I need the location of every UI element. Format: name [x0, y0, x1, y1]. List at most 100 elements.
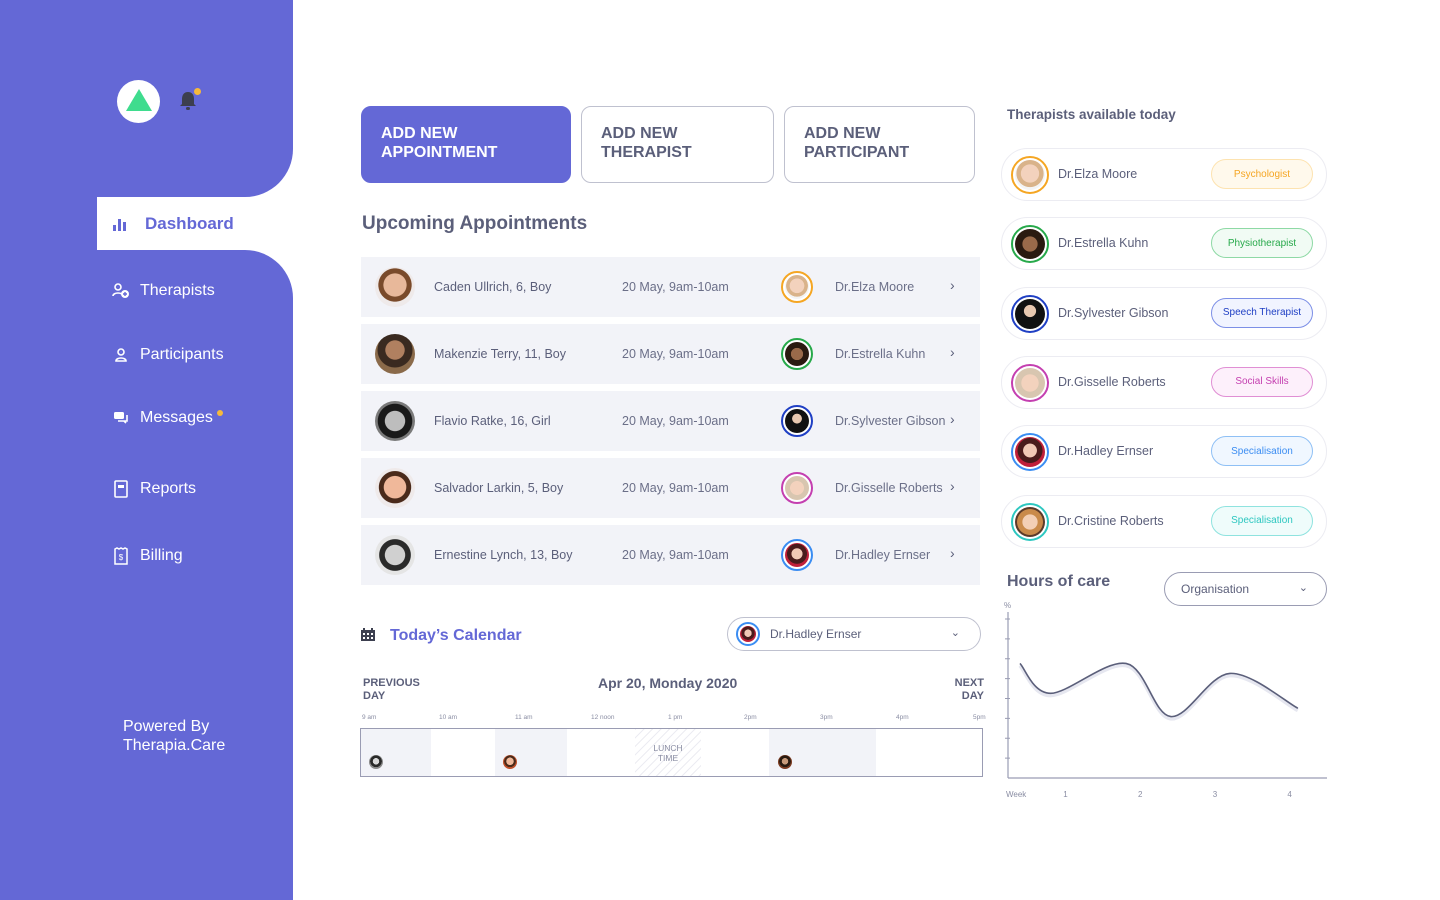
therapist-avatar	[1011, 294, 1049, 333]
therapist-avatar	[781, 338, 813, 370]
participant-name: Flavio Ratke, 16, Girl	[434, 414, 551, 428]
previous-day-button[interactable]: PREVIOUS DAY	[363, 677, 420, 703]
sidebar-item-label: Messages	[140, 409, 213, 426]
powered-by: Powered By Therapia.Care	[123, 717, 225, 755]
prev-label-line2: DAY	[363, 690, 386, 702]
next-day-button[interactable]: NEXT DAY	[940, 677, 984, 703]
participant-name: Caden Ullrich, 6, Boy	[434, 280, 552, 294]
therapist-card[interactable]: Dr.Estrella Kuhn Physiotherapist	[1001, 217, 1327, 271]
participant-avatar	[375, 401, 415, 441]
brand-logo[interactable]	[117, 80, 160, 123]
add-participant-button[interactable]: ADD NEW PARTICIPANT	[784, 106, 975, 183]
notification-badge	[194, 88, 201, 95]
participant-avatar	[375, 468, 415, 508]
therapist-name: Dr.Gisselle Roberts	[1058, 374, 1166, 389]
appointment-slot[interactable]	[361, 729, 431, 776]
appointment-row[interactable]: Ernestine Lynch, 13, Boy 20 May, 9am-10am…	[361, 525, 980, 585]
participant-name: Ernestine Lynch, 13, Boy	[434, 548, 573, 562]
x-tick-label: 4	[1287, 790, 1292, 799]
sidebar-item-label: Therapists	[140, 282, 215, 299]
therapist-avatar	[1011, 433, 1049, 472]
appointment-row[interactable]: Salvador Larkin, 5, Boy 20 May, 9am-10am D…	[361, 458, 980, 518]
sidebar-item-reports[interactable]: Reports	[112, 480, 196, 498]
sidebar-item-participants[interactable]: Participants	[112, 346, 224, 364]
hour-label: 11 am	[515, 714, 533, 721]
powered-by-line2: Therapia.Care	[123, 737, 226, 754]
therapist-avatar	[1011, 156, 1049, 194]
therapist-card[interactable]: Dr.Elza Moore Psychologist	[1001, 148, 1327, 201]
prev-label-line1: PREVIOUS	[363, 677, 420, 689]
therapist-card[interactable]: Dr.Hadley Ernser Specialisation	[1001, 425, 1327, 479]
sidebar-item-label: Participants	[140, 346, 224, 363]
participant-name: Salvador Larkin, 5, Boy	[434, 481, 564, 495]
receipt-icon: $	[112, 547, 130, 565]
x-tick-label: 1	[1063, 790, 1068, 799]
therapist-avatar	[781, 405, 813, 437]
therapist-name: Dr.Sylvester Gibson	[1058, 305, 1169, 320]
series-line-hours-of-care	[1019, 662, 1299, 718]
lunch-label-line1: LUNCH	[653, 742, 683, 753]
participant-avatar	[778, 755, 792, 769]
appointment-row[interactable]: Makenzie Terry, 11, Boy 20 May, 9am-10am D…	[361, 324, 980, 384]
chevron-right-icon[interactable]: ›	[950, 411, 955, 427]
hour-label: 9 am	[362, 714, 377, 721]
sidebar-item-therapists[interactable]: Therapists	[112, 282, 215, 300]
appointment-row[interactable]: Caden Ullrich, 6, Boy 20 May, 9am-10am Dr.…	[361, 257, 980, 317]
hours-of-care-chart: % Week 1 2 3 4	[1004, 601, 1327, 799]
specialty-tag: Speech Therapist	[1211, 297, 1313, 328]
therapist-select[interactable]: Dr.Hadley Ernser ⌄	[727, 617, 981, 651]
specialty-tag: Social Skills	[1211, 366, 1313, 397]
svg-text:$: $	[119, 553, 124, 562]
appointment-row[interactable]: Flavio Ratke, 16, Girl 20 May, 9am-10am Dr…	[361, 391, 980, 451]
chevron-right-icon[interactable]: ›	[950, 545, 955, 561]
sidebar-item-messages[interactable]: Messages	[112, 409, 223, 427]
therapist-avatar	[1011, 363, 1049, 402]
x-axis-label: Week	[1006, 790, 1027, 799]
sidebar-item-billing[interactable]: $ Billing	[112, 547, 183, 565]
therapist-card[interactable]: Dr.Gisselle Roberts Social Skills	[1001, 355, 1327, 409]
organisation-select-value: Organisation	[1181, 582, 1250, 596]
specialty-tag: Physiotherapist	[1211, 228, 1313, 259]
appointment-time: 20 May, 9am-10am	[622, 548, 729, 562]
appointment-time: 20 May, 9am-10am	[622, 347, 729, 361]
participant-avatar	[375, 334, 415, 374]
therapist-name: Dr.Estrella Kuhn	[835, 347, 926, 361]
therapists-available-title: Therapists available today	[1007, 107, 1176, 122]
chevron-down-icon: ⌄	[950, 627, 960, 639]
sidebar-item-dashboard[interactable]: Dashboard	[97, 197, 293, 250]
add-appointment-button[interactable]: ADD NEW APPOINTMENT	[361, 106, 571, 183]
participant-avatar	[369, 755, 383, 769]
hour-label: 1 pm	[668, 714, 683, 721]
hours-of-care-title: Hours of care	[1007, 573, 1111, 590]
upcoming-appointments-title: Upcoming Appointments	[362, 213, 588, 234]
hour-label: 5pm	[973, 714, 986, 721]
day-timeline[interactable]: LUNCH TIME	[360, 728, 983, 777]
therapist-card[interactable]: Dr.Sylvester Gibson Speech Therapist	[1001, 286, 1327, 340]
therapist-card[interactable]: Dr.Cristine Roberts Specialisation	[1001, 494, 1327, 548]
notifications-button[interactable]	[178, 88, 201, 112]
participant-avatar	[375, 267, 415, 307]
participant-name: Makenzie Terry, 11, Boy	[434, 347, 567, 361]
appointment-time: 20 May, 9am-10am	[622, 414, 729, 428]
appointment-slot[interactable]	[495, 729, 567, 776]
therapist-name: Dr.Hadley Ernser	[1058, 444, 1154, 459]
x-tick-label: 2	[1138, 790, 1143, 799]
document-icon	[112, 480, 130, 498]
appointment-time: 20 May, 9am-10am	[622, 481, 729, 495]
appointment-slot[interactable]	[769, 729, 876, 776]
add-therapist-button[interactable]: ADD NEW THERAPIST	[581, 106, 774, 183]
todays-calendar-title: Today’s Calendar	[390, 627, 522, 644]
therapist-avatar	[781, 539, 813, 571]
specialty-tag: Psychologist	[1211, 159, 1313, 189]
lunch-label-line2: TIME	[657, 752, 679, 763]
chevron-right-icon[interactable]: ›	[950, 344, 955, 360]
button-label-line2: APPOINTMENT	[381, 144, 498, 161]
x-tick-label: 3	[1213, 790, 1218, 799]
sidebar: Dashboard Therapists Participants Messag…	[0, 0, 293, 900]
chat-icon	[112, 409, 130, 427]
chevron-right-icon[interactable]: ›	[950, 478, 955, 494]
sidebar-mid-bg	[0, 197, 97, 250]
chevron-right-icon[interactable]: ›	[950, 277, 955, 293]
powered-by-line1: Powered By	[123, 718, 210, 735]
specialty-tag: Specialisation	[1211, 505, 1313, 536]
